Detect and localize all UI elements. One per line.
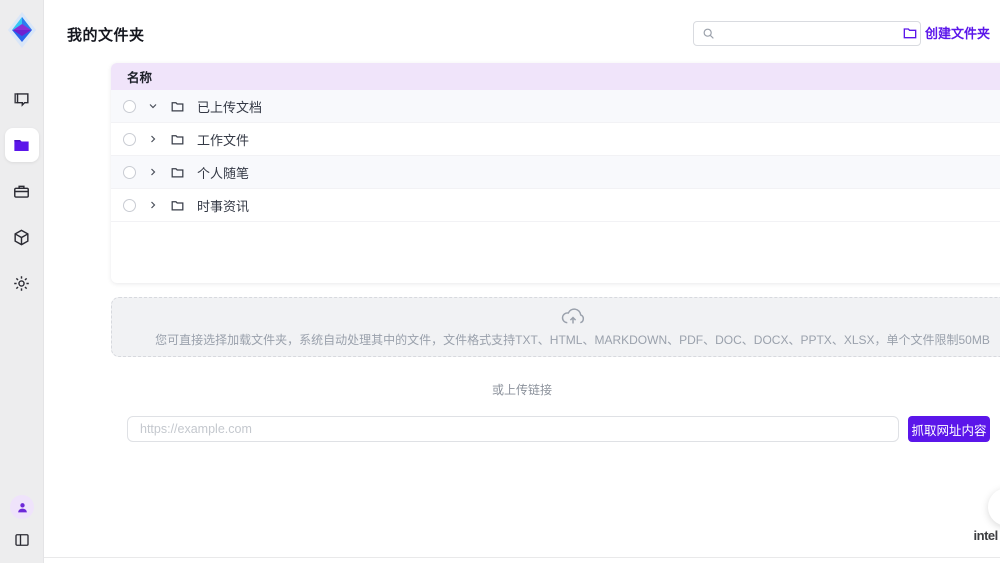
folder-name: 个人随笔 (197, 163, 249, 182)
url-upload-row: 抓取网址内容 (127, 416, 990, 442)
folder-row[interactable]: 时事资讯 (111, 189, 1000, 222)
chevron-icon[interactable] (146, 198, 160, 212)
user-icon (16, 501, 29, 514)
table-body: 已上传文档 工作文件 个人随笔 (111, 90, 1000, 222)
fetch-url-button[interactable]: 抓取网址内容 (908, 416, 990, 442)
folder-name: 工作文件 (197, 130, 249, 149)
upload-hint-text: 您可直接选择加载文件夹，系统自动处理其中的文件，文件格式支持TXT、HTML、M… (155, 331, 990, 348)
create-folder-icon (902, 25, 918, 41)
sidebar-item-models[interactable] (5, 220, 39, 254)
gem-logo-icon (7, 11, 37, 49)
sidebar-item-folders[interactable] (5, 128, 39, 162)
briefcase-icon (12, 182, 31, 201)
create-folder-button[interactable]: 创建文件夹 (902, 23, 990, 42)
row-checkbox[interactable] (123, 166, 136, 179)
chat-icon (12, 90, 31, 109)
gear-icon (12, 274, 31, 293)
folder-outline-icon (170, 198, 185, 213)
search-input[interactable] (721, 27, 912, 41)
chevron-icon[interactable] (146, 132, 160, 146)
folder-row[interactable]: 工作文件 (111, 123, 1000, 156)
main-content: 我的文件夹 创建文件夹 名称 已上 (44, 0, 1000, 563)
collapse-panel-button[interactable] (9, 527, 35, 553)
cube-icon (12, 228, 31, 247)
topbar: 我的文件夹 创建文件夹 (67, 20, 990, 48)
chevron-icon[interactable] (146, 165, 160, 179)
sidebar-item-settings[interactable] (5, 266, 39, 300)
folder-name: 已上传文档 (197, 97, 262, 116)
sidebar (0, 0, 44, 563)
upload-dropzone[interactable]: 您可直接选择加载文件夹，系统自动处理其中的文件，文件格式支持TXT、HTML、M… (111, 297, 1000, 357)
folder-row[interactable]: 已上传文档 (111, 90, 1000, 123)
sidebar-item-workspace[interactable] (5, 174, 39, 208)
column-name: 名称 (127, 67, 152, 86)
folder-row[interactable]: 个人随笔 (111, 156, 1000, 189)
folder-icon (12, 136, 31, 155)
page-title: 我的文件夹 (67, 24, 145, 45)
sidebar-nav (5, 82, 39, 300)
row-checkbox[interactable] (123, 100, 136, 113)
bottom-divider (44, 557, 1000, 558)
row-checkbox[interactable] (123, 199, 136, 212)
search-icon (702, 27, 715, 40)
row-checkbox[interactable] (123, 133, 136, 146)
folder-name: 时事资讯 (197, 196, 249, 215)
table-header: 名称 (111, 63, 1000, 90)
chevron-icon[interactable] (146, 99, 160, 113)
download-fab-button[interactable] (988, 488, 1000, 526)
search-box[interactable] (693, 21, 921, 46)
folder-outline-icon (170, 132, 185, 147)
sidebar-bottom (0, 495, 44, 553)
cloud-upload-icon (560, 307, 586, 327)
account-avatar[interactable] (10, 495, 34, 519)
url-input[interactable] (127, 416, 899, 442)
folder-outline-icon (170, 165, 185, 180)
or-upload-link-label: 或上传链接 (44, 381, 1000, 398)
folder-outline-icon (170, 99, 185, 114)
app-logo (5, 8, 39, 52)
panel-toggle-icon (13, 531, 31, 549)
folder-table: 名称 已上传文档 工作文件 (111, 63, 1000, 283)
intel-word: intel (974, 528, 998, 543)
create-folder-label: 创建文件夹 (925, 23, 990, 42)
sidebar-item-chat[interactable] (5, 82, 39, 116)
